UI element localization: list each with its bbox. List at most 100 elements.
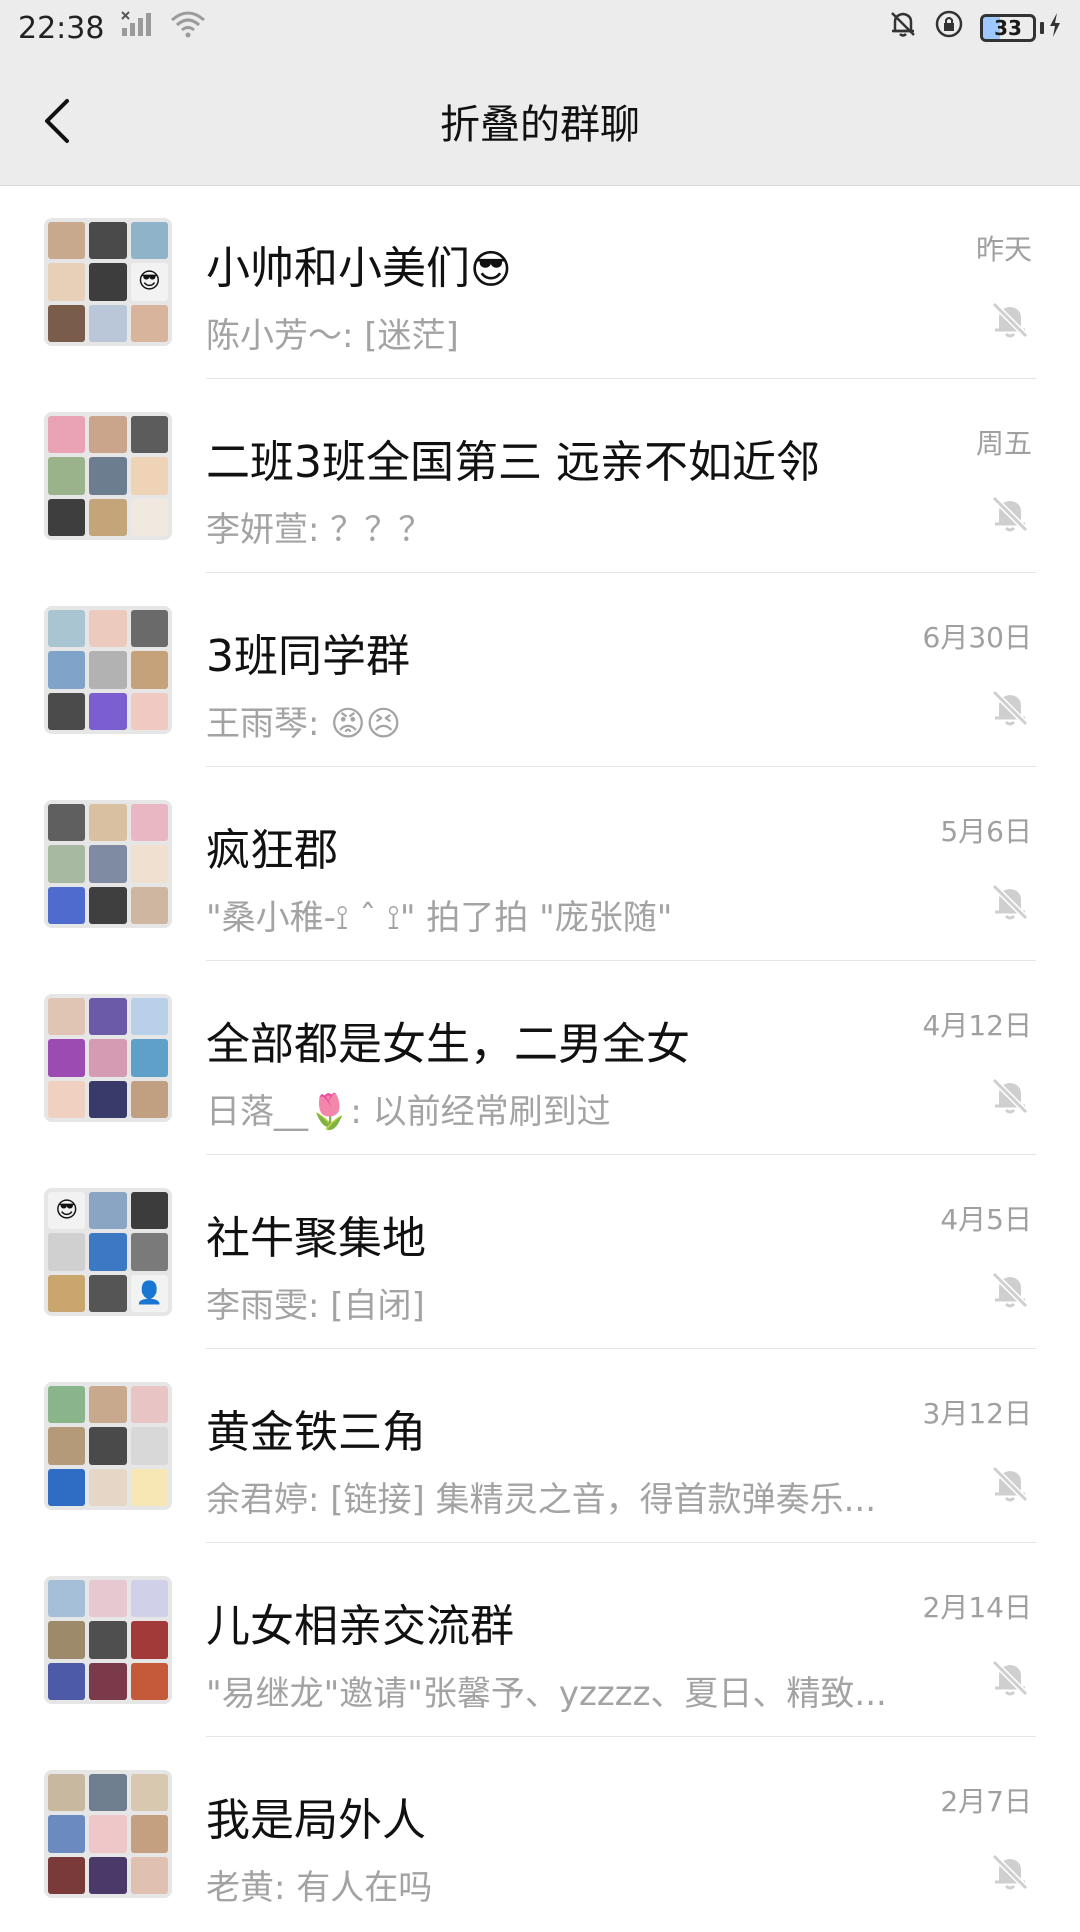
chat-list-item[interactable]: 二班3班全国第三 远亲不如近邻 李妍萱: ？？？ 周五 [0, 380, 1080, 574]
member-avatar [130, 1468, 168, 1506]
chat-list-item[interactable]: 😎 👤 社牛聚集地 李雨雯: [自闭] 4月5日 [0, 1156, 1080, 1350]
status-bar: 22:38 33 [0, 0, 1080, 56]
status-left: 22:38 [18, 10, 206, 46]
member-avatar [89, 1815, 127, 1853]
battery-icon: 33 [980, 14, 1036, 42]
member-avatar [130, 1233, 168, 1271]
member-avatar [89, 692, 127, 730]
member-avatar [48, 457, 86, 495]
group-avatar [44, 412, 172, 540]
member-avatar: 😎 [48, 1192, 86, 1230]
muted-bell-icon [988, 1850, 1032, 1894]
last-message-time: 昨天 [975, 233, 1032, 266]
member-avatar [89, 457, 127, 495]
member-avatar [89, 1856, 127, 1894]
member-avatar [89, 263, 127, 301]
member-avatar [89, 222, 127, 260]
member-avatar [48, 1080, 86, 1118]
chat-list-item[interactable]: 黄金铁三角 余君婷: [链接] 集精灵之音，得首款弹奏乐... 3月12日 [0, 1350, 1080, 1544]
group-name: 全部都是女生，二男全女 [206, 1008, 690, 1072]
last-message-time: 5月6日 [940, 815, 1032, 848]
group-name-emoji: 😎 [470, 247, 512, 293]
battery-percent: 33 [994, 16, 1022, 40]
member-avatar [48, 998, 86, 1036]
member-avatar [48, 1774, 86, 1812]
muted-bell-icon [988, 1074, 1032, 1118]
member-avatar [89, 1039, 127, 1077]
chat-list-item[interactable]: 儿女相亲交流群 "易继龙"邀请"张馨予、yzzzz、夏日、精致... 2月14日 [0, 1544, 1080, 1738]
chat-item-content: 黄金铁三角 余君婷: [链接] 集精灵之音，得首款弹奏乐... 3月12日 [206, 1382, 1036, 1543]
group-avatar: 😎 [44, 218, 172, 346]
member-avatar [48, 498, 86, 536]
chat-item-content: 小帅和小美们😎 陈小芳～: [迷茫] 昨天 [206, 218, 1036, 379]
member-avatar [48, 1856, 86, 1894]
group-name-text: 小帅和小美们 [206, 243, 470, 294]
rotation-lock-icon [934, 9, 964, 47]
member-avatar [130, 304, 168, 342]
member-avatar [130, 1080, 168, 1118]
last-message-time: 4月5日 [940, 1203, 1032, 1236]
group-name-text: 全部都是女生，二男全女 [206, 1019, 690, 1070]
chat-item-content: 社牛聚集地 李雨雯: [自闭] 4月5日 [206, 1188, 1036, 1349]
group-name: 儿女相亲交流群 [206, 1590, 514, 1654]
wifi-icon [170, 10, 206, 46]
chat-list-item[interactable]: 全部都是女生，二男全女日落__🌷: 以前经常刷到过 4月12日 [0, 962, 1080, 1156]
chat-list-item[interactable]: 😎 小帅和小美们😎 陈小芳～: [迷茫] 昨天 [0, 186, 1080, 380]
chat-list-item[interactable]: 疯狂郡 "桑小稚-⟟ ˆ ⟟" 拍了拍 "庞张随" 5月6日 [0, 768, 1080, 962]
member-avatar [48, 886, 86, 924]
member-avatar [48, 610, 86, 648]
last-message: 日落__🌷: 以前经常刷到过 [206, 1092, 611, 1132]
member-avatar [130, 1621, 168, 1659]
chat-item-content: 疯狂郡 "桑小稚-⟟ ˆ ⟟" 拍了拍 "庞张随" 5月6日 [206, 800, 1036, 961]
member-avatar [48, 804, 86, 842]
member-avatar [130, 1815, 168, 1853]
member-avatar [89, 1774, 127, 1812]
member-avatar [48, 1468, 86, 1506]
muted-bell-icon [988, 1656, 1032, 1700]
group-name-text: 3班同学群 [206, 631, 410, 682]
navigation-header: 折叠的群聊 [0, 56, 1080, 186]
member-avatar [48, 1621, 86, 1659]
last-message: "易继龙"邀请"张馨予、yzzzz、夏日、精致... [206, 1674, 887, 1714]
member-avatar [48, 304, 86, 342]
chat-list-item[interactable]: 3班同学群 王雨琴: 😡😣 6月30日 [0, 574, 1080, 768]
back-button[interactable] [32, 89, 80, 153]
member-avatar [48, 845, 86, 883]
member-avatar [89, 610, 127, 648]
group-name-text: 儿女相亲交流群 [206, 1601, 514, 1652]
member-avatar [130, 1856, 168, 1894]
chevron-left-icon [45, 98, 69, 143]
group-name: 3班同学群 [206, 620, 410, 684]
last-message: 陈小芳～: [迷茫] [206, 316, 459, 356]
member-avatar [48, 651, 86, 689]
group-name-text: 疯狂郡 [206, 825, 338, 876]
member-avatar [130, 457, 168, 495]
group-avatar [44, 1770, 172, 1898]
cellular-signal-icon [120, 10, 154, 46]
member-avatar [48, 1386, 86, 1424]
member-avatar [89, 845, 127, 883]
member-avatar [89, 651, 127, 689]
last-message-time: 4月12日 [922, 1009, 1032, 1042]
member-avatar [130, 222, 168, 260]
group-avatar [44, 1576, 172, 1704]
chat-item-content: 二班3班全国第三 远亲不如近邻 李妍萱: ？？？ 周五 [206, 412, 1036, 573]
member-avatar [130, 1662, 168, 1700]
group-avatar [44, 606, 172, 734]
member-avatar [48, 1233, 86, 1271]
status-right: 33 [888, 9, 1062, 47]
group-name: 二班3班全国第三 远亲不如近邻 [206, 426, 820, 490]
last-message-time: 2月14日 [922, 1591, 1032, 1624]
status-time: 22:38 [18, 10, 105, 46]
chat-list-item[interactable]: 我是局外人 老黄: 有人在吗 2月7日 [0, 1738, 1080, 1932]
group-name-text: 二班3班全国第三 远亲不如近邻 [206, 437, 820, 488]
member-avatar [130, 610, 168, 648]
last-message-time: 周五 [975, 427, 1032, 460]
last-message-time: 6月30日 [922, 621, 1032, 654]
group-name: 黄金铁三角 [206, 1396, 426, 1460]
member-avatar: 😎 [130, 263, 168, 301]
member-avatar [89, 1580, 127, 1618]
member-avatar [48, 1815, 86, 1853]
member-avatar [48, 1662, 86, 1700]
member-avatar [89, 1080, 127, 1118]
